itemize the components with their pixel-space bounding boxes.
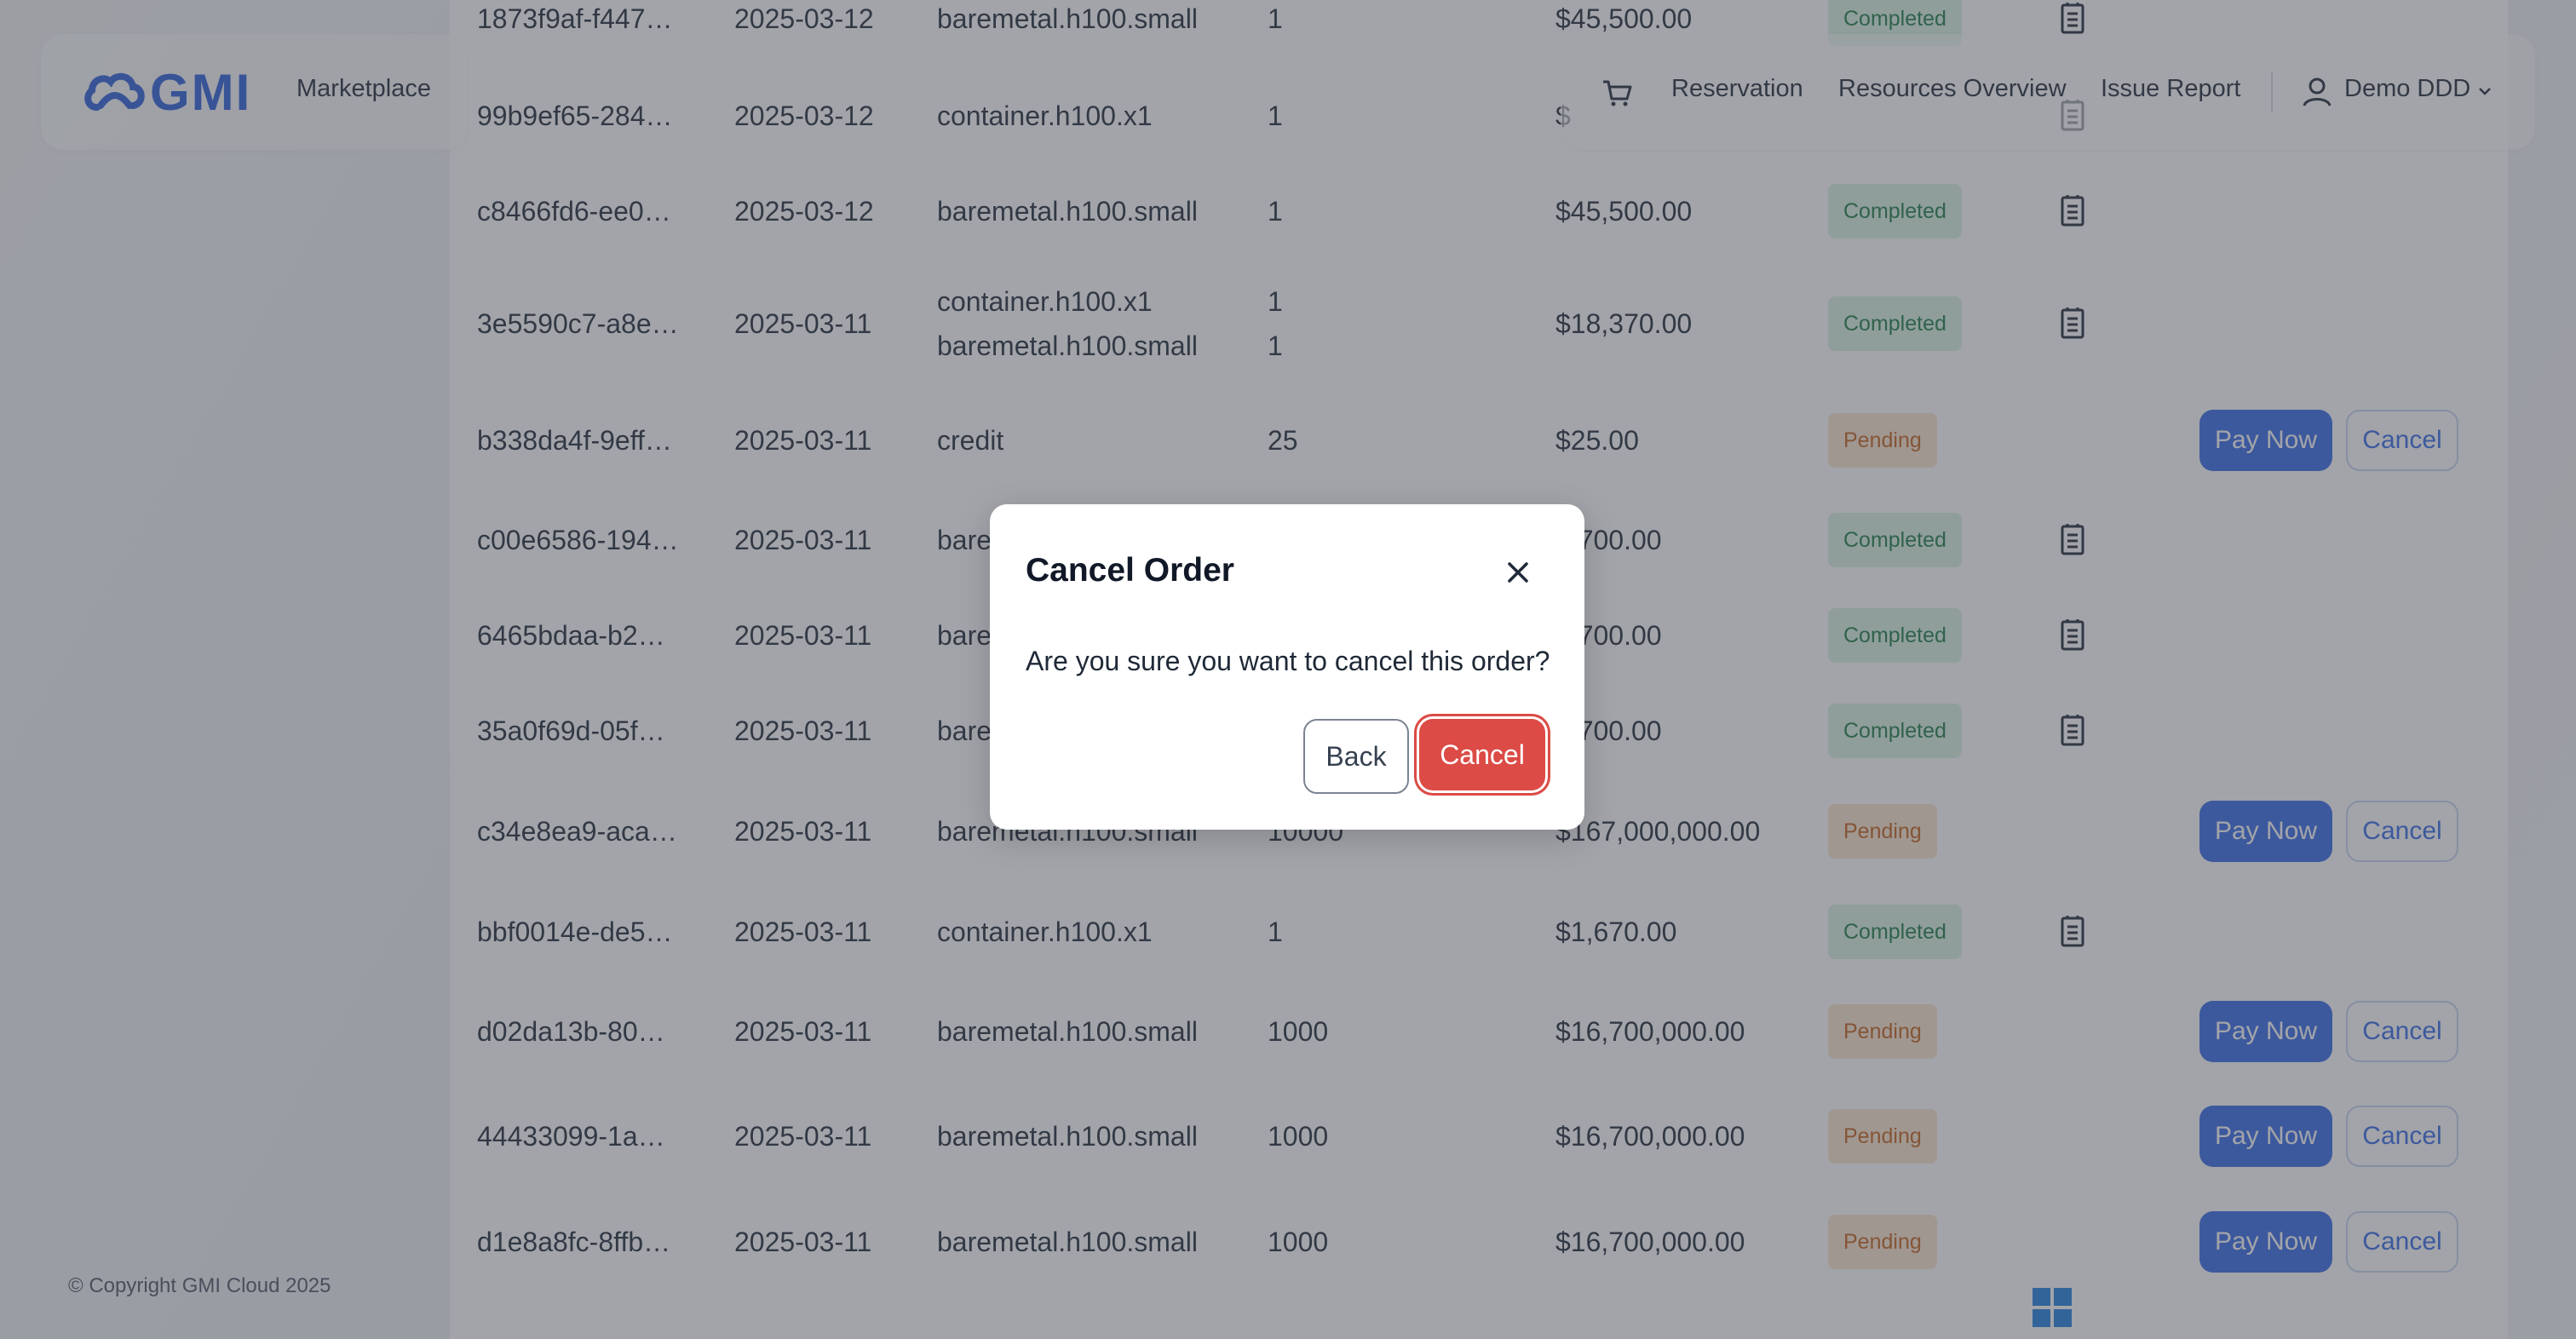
dialog-title: Cancel Order — [1026, 552, 1234, 589]
back-button[interactable]: Back — [1303, 719, 1409, 794]
dialog-message: Are you sure you want to cancel this ord… — [1026, 646, 1550, 676]
confirm-cancel-button[interactable]: Cancel — [1419, 719, 1545, 790]
cancel-order-dialog: Cancel Order Are you sure you want to ca… — [990, 504, 1584, 830]
close-icon[interactable] — [1501, 555, 1535, 589]
